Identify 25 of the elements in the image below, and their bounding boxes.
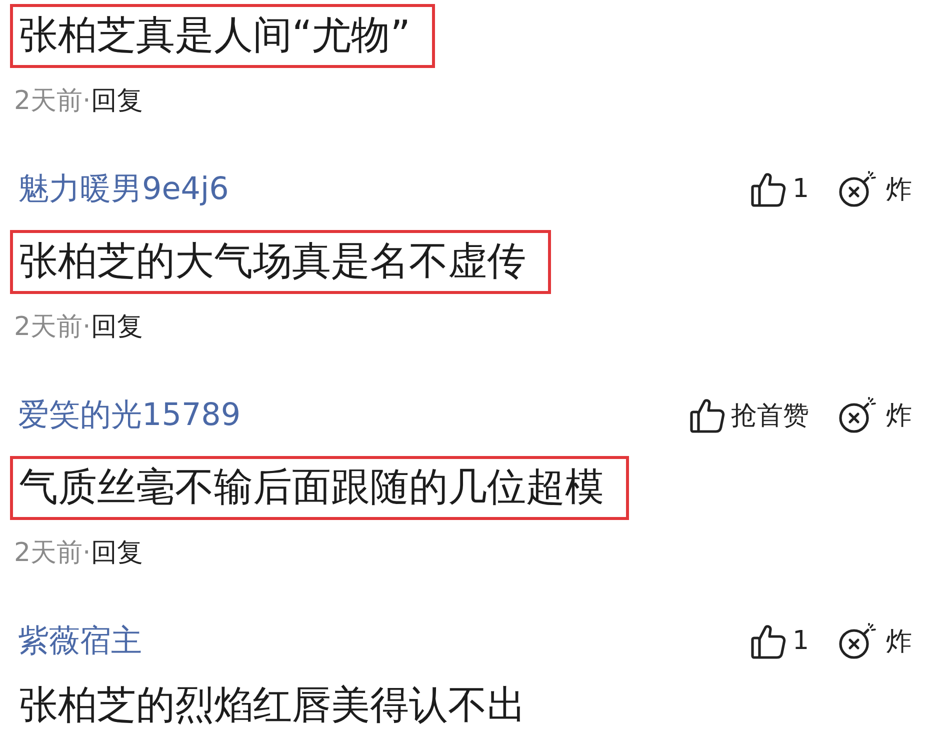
- reply-link[interactable]: 回复: [90, 308, 143, 344]
- timestamp: 2天前·: [14, 84, 91, 118]
- like-button[interactable]: 1: [751, 172, 809, 206]
- bomb-button[interactable]: 炸: [839, 397, 912, 433]
- reply-link[interactable]: 回复: [90, 534, 143, 570]
- like-button[interactable]: 抢首赞: [690, 398, 809, 432]
- username-link[interactable]: 爱笑的光15789: [18, 393, 241, 437]
- thumbs-up-icon: [751, 172, 786, 206]
- bomb-icon: [839, 623, 876, 659]
- highlighted-comment-text: 张柏芝的大气场真是名不虚传: [10, 230, 551, 294]
- timestamp: 2天前·: [14, 310, 91, 344]
- bomb-icon: [839, 171, 876, 207]
- highlighted-comment-text: 张柏芝真是人间“尤物”: [10, 4, 436, 68]
- username-link[interactable]: 紫薇宿主: [18, 619, 142, 663]
- timestamp: 2天前·: [14, 536, 91, 570]
- comment-text: 张柏芝的烈焰红唇美得认不出: [18, 682, 526, 730]
- like-button[interactable]: 1: [751, 624, 809, 658]
- bomb-button[interactable]: 炸: [839, 623, 912, 659]
- username-link[interactable]: 魅力暖男9e4j6: [18, 167, 229, 211]
- bomb-icon: [839, 397, 876, 433]
- thumbs-up-icon: [751, 624, 786, 658]
- reply-link[interactable]: 回复: [90, 82, 143, 118]
- highlighted-comment-text: 气质丝毫不输后面跟随的几位超模: [10, 456, 629, 520]
- bomb-button[interactable]: 炸: [839, 171, 912, 207]
- thumbs-up-icon: [690, 398, 725, 432]
